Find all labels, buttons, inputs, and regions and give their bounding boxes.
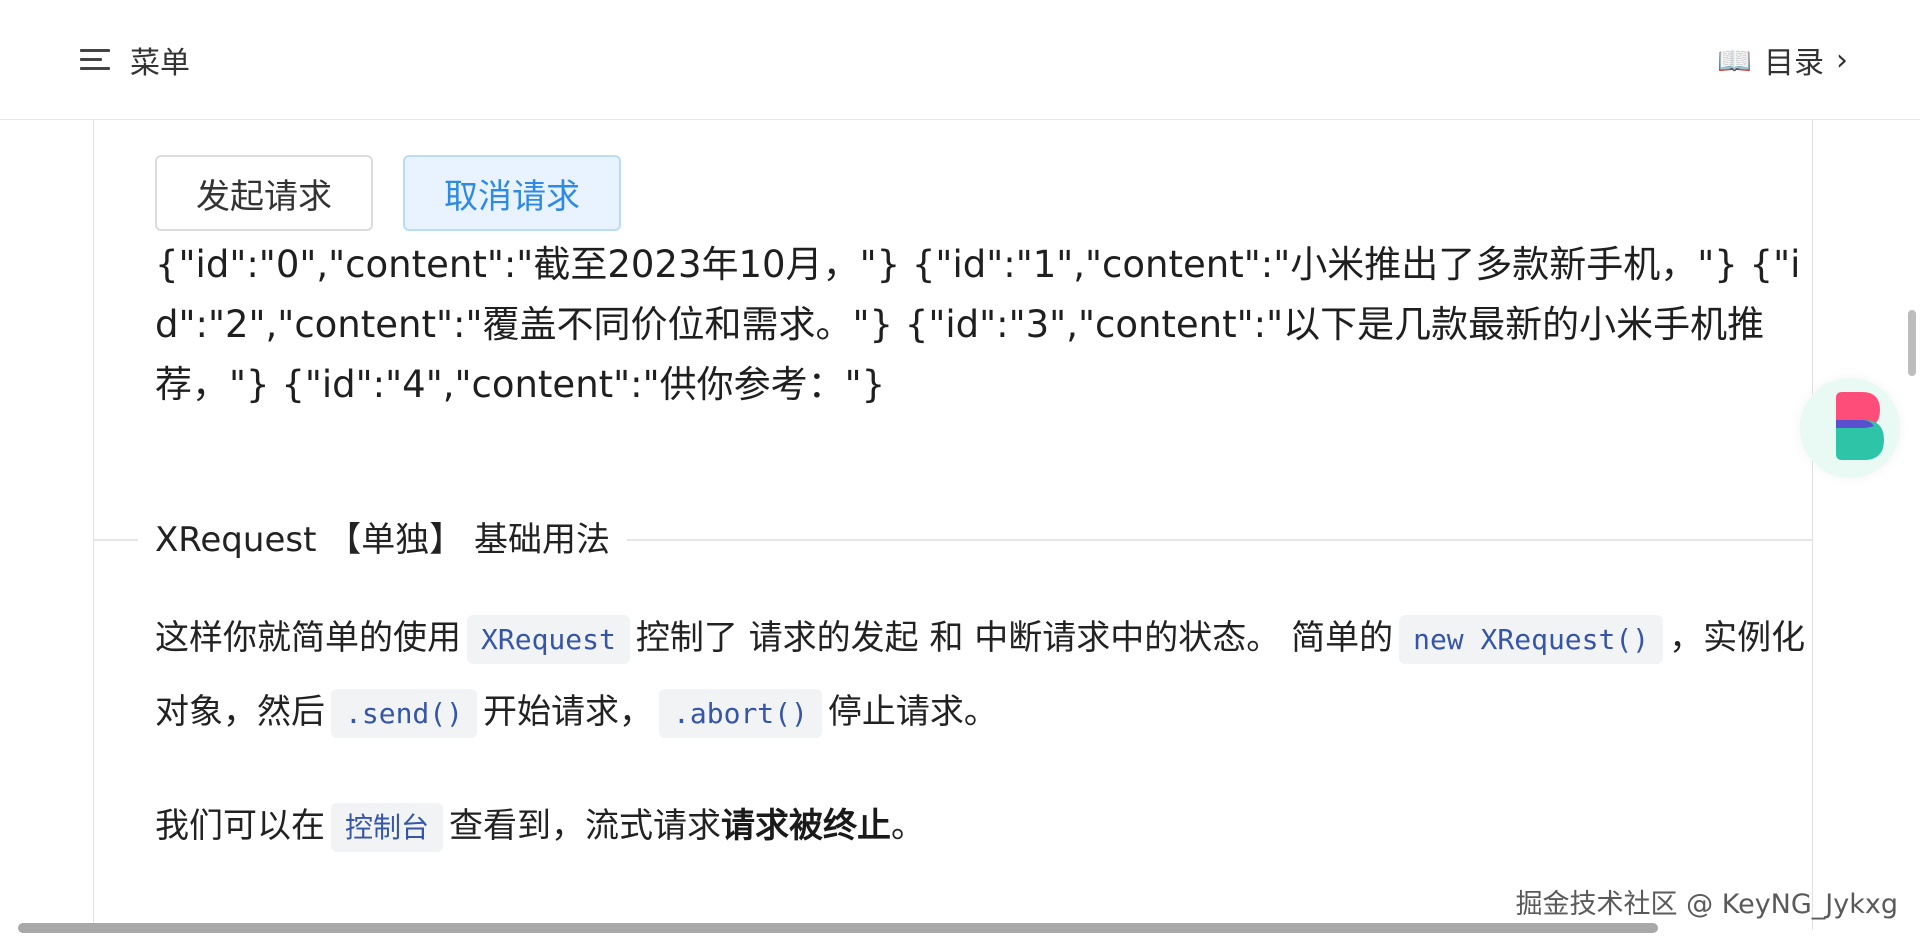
toc-label: 目录 xyxy=(1764,46,1824,81)
stream-output-text: {"id":"0","content":"截至2023年10月，"} {"id"… xyxy=(155,243,1801,406)
paragraph-text: 控制了 请求的发起 和 中断请求中的状态。 简单的 xyxy=(635,618,1394,658)
book-icon: 📖 xyxy=(1717,43,1752,77)
toc-button[interactable]: 📖 目录 › xyxy=(1717,38,1848,82)
paragraph-text: 我们可以在 xyxy=(155,806,325,846)
paragraph-text: 开始请求， xyxy=(483,692,654,732)
floating-assistant-button[interactable] xyxy=(1800,378,1900,478)
doc-content: 发起请求 取消请求 {"id":"0","content":"截至2023年10… xyxy=(93,120,1813,930)
hamburger-icon xyxy=(80,49,112,71)
chevron-right-icon: › xyxy=(1836,42,1848,78)
assistant-logo-icon xyxy=(1836,392,1884,460)
paragraph-text: 。 xyxy=(891,806,926,846)
menu-label: 菜单 xyxy=(130,46,190,81)
inline-code: new XRequest() xyxy=(1399,615,1664,664)
vertical-scrollbar[interactable] xyxy=(1908,310,1916,376)
inline-code: XRequest xyxy=(467,615,630,664)
inline-code: .send() xyxy=(331,689,478,738)
inline-code: .abort() xyxy=(659,689,822,738)
section-title: XRequest 【单独】 基础用法 xyxy=(138,514,628,566)
paragraph-text: 停止请求。 xyxy=(827,692,998,732)
start-request-button[interactable]: 发起请求 xyxy=(155,155,373,231)
bold-text: 请求被终止 xyxy=(721,806,892,846)
paragraph-text: 这样你就简单的使用 xyxy=(155,618,461,658)
horizontal-scrollbar[interactable] xyxy=(18,923,1658,933)
menu-button[interactable]: 菜单 xyxy=(80,38,190,82)
cancel-request-button[interactable]: 取消请求 xyxy=(403,155,621,231)
top-bar: 菜单 📖 目录 › xyxy=(0,0,1920,120)
watermark: 掘金技术社区 @ KeyNG_Jykxg xyxy=(1515,889,1898,920)
inline-code: 控制台 xyxy=(331,803,444,852)
console-paragraph: 我们可以在 控制台 查看到，流式请求请求被终止。 xyxy=(155,790,1815,864)
demo-button-row: 发起请求 取消请求 xyxy=(155,155,621,231)
usage-paragraph: 这样你就简单的使用 XRequest 控制了 请求的发起 和 中断请求中的状态。 简… xyxy=(155,602,1815,750)
paragraph-text: 查看到，流式请求 xyxy=(449,806,722,846)
